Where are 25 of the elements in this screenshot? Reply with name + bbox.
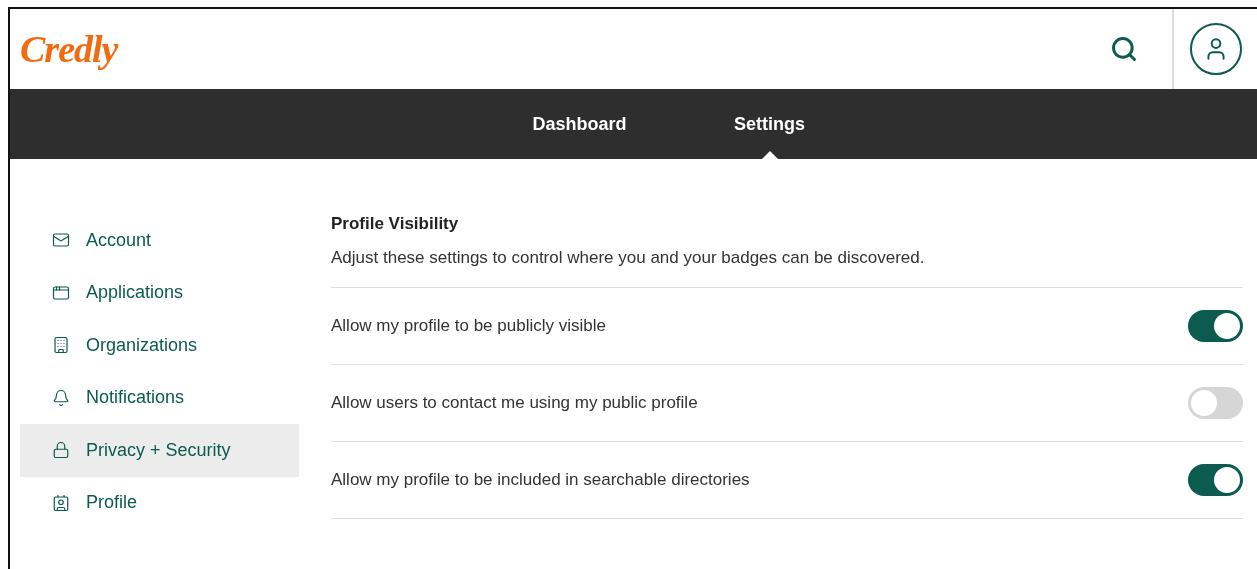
setting-label: Allow users to contact me using my public profile <box>331 393 698 413</box>
sidebar-item[interactable]: Organizations <box>20 319 299 372</box>
sidebar-item[interactable]: Notifications <box>20 371 299 424</box>
nav-tab[interactable]: Settings <box>674 89 865 159</box>
toggle-switch[interactable] <box>1188 464 1243 496</box>
section-title: Profile Visibility <box>331 214 460 234</box>
search-icon <box>1110 35 1138 63</box>
search-button[interactable] <box>1110 35 1138 63</box>
sidebar-item[interactable]: Profile <box>20 476 299 529</box>
browser-window-icon <box>52 283 70 302</box>
section-description: Adjust these settings to control where you and your badges can be discovered. <box>331 248 1243 288</box>
sidebar-item[interactable]: Applications <box>20 266 299 319</box>
profile-avatar-button[interactable] <box>1190 23 1242 75</box>
sidebar-item[interactable]: Account <box>20 214 299 267</box>
nav-tab[interactable]: Dashboard <box>484 89 675 159</box>
lock-icon <box>52 441 70 460</box>
toggle-switch[interactable] <box>1188 387 1243 419</box>
sidebar-item[interactable]: Privacy + Security <box>20 424 299 477</box>
envelope-icon <box>52 231 70 250</box>
bell-icon <box>52 388 70 407</box>
setting-label: Allow my profile to be publicly visible <box>331 316 606 336</box>
toggle-switch[interactable] <box>1188 310 1243 342</box>
setting-label: Allow my profile to be included in searchable directories <box>331 470 750 490</box>
person-badge-icon <box>52 493 70 512</box>
building-icon <box>52 336 70 355</box>
